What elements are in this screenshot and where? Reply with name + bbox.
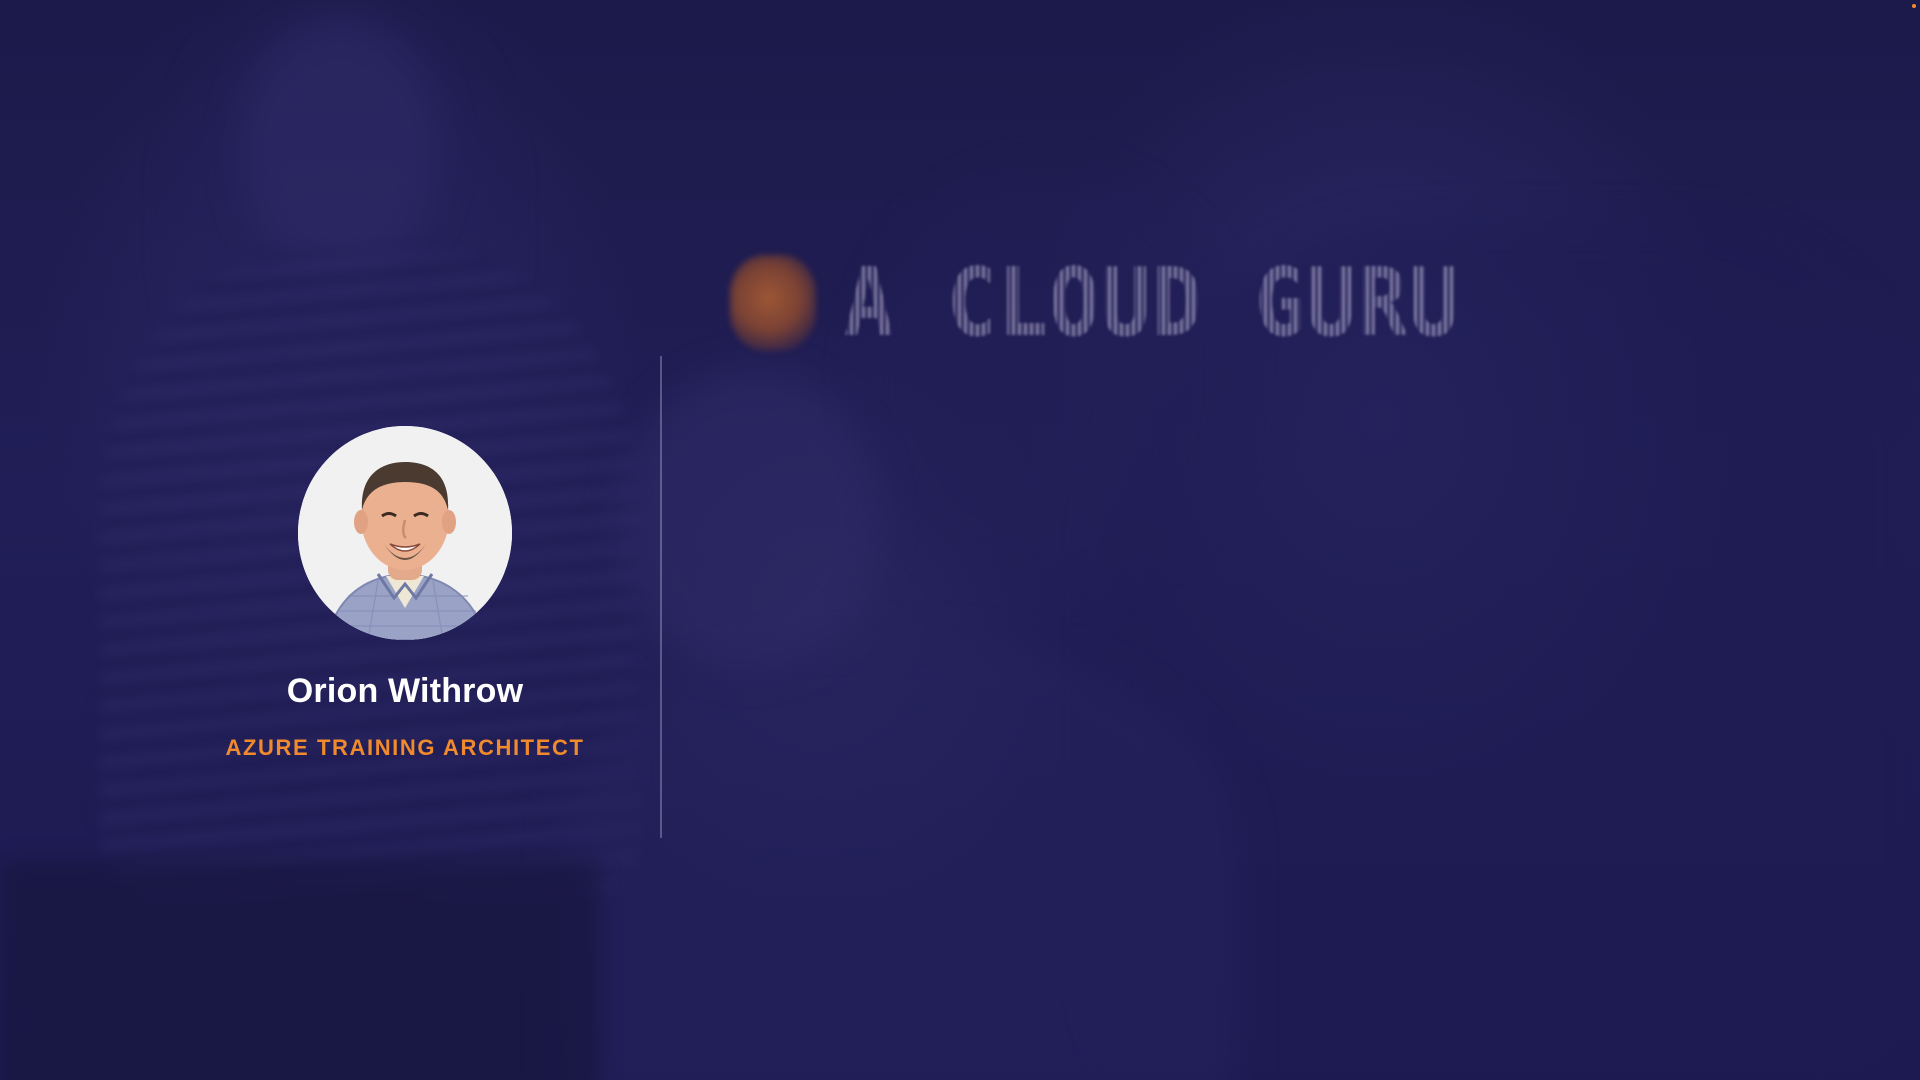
presenter-title: AZURE TRAINING ARCHITECT	[225, 735, 585, 760]
brand-mark-icon	[730, 255, 816, 351]
avatar	[298, 426, 512, 640]
divider	[660, 356, 662, 838]
brand-logo: A CLOUD GURU	[730, 248, 1460, 358]
background-person-seated-body	[560, 640, 1240, 1080]
background-person-standing-head	[860, 170, 1240, 590]
background-person-seated-head	[620, 370, 880, 670]
recording-indicator-icon	[1912, 4, 1916, 8]
presenter-name: Orion Withrow	[286, 672, 524, 710]
background-laptop	[0, 860, 600, 1080]
video-title-card: A CLOUD GURU Orion Withrow AZURE TRAININ…	[0, 0, 1920, 1080]
brand-logo-text: A CLOUD GURU	[844, 248, 1461, 358]
background-person-woman-head	[240, 20, 440, 280]
presenter-photo-icon	[298, 426, 512, 640]
